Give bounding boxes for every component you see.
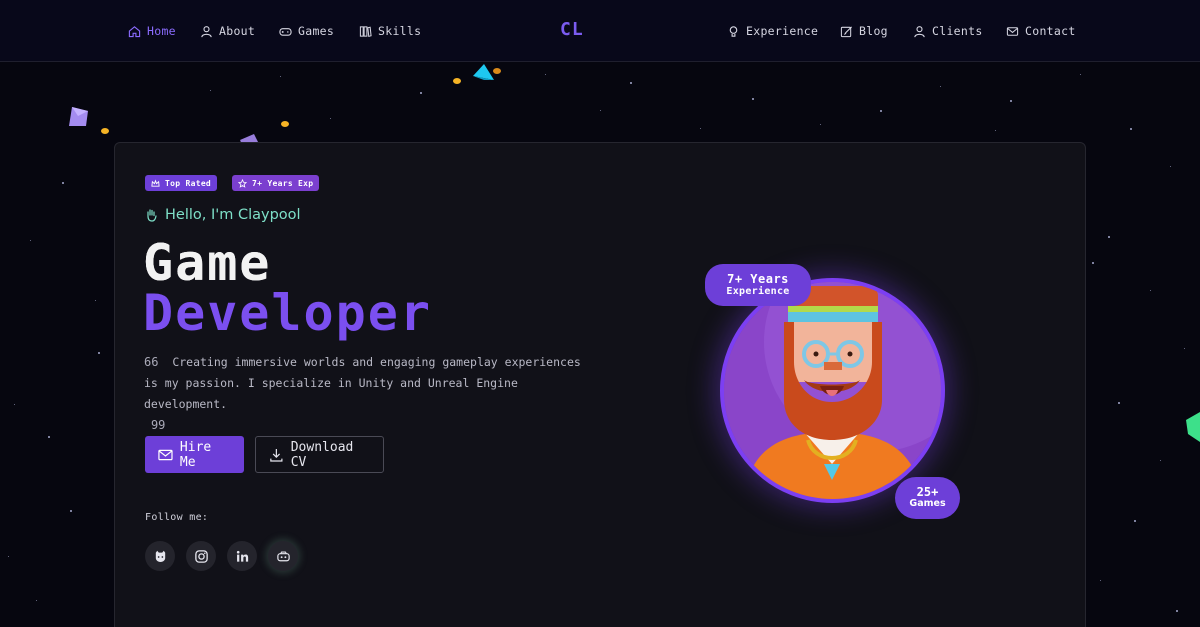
mail-icon (158, 449, 173, 460)
games-badge: 25+ Games (895, 477, 960, 519)
nav-item-experience[interactable]: Experience (727, 22, 818, 40)
nav-item-games[interactable]: Games (279, 22, 334, 40)
nav-item-blog[interactable]: Blog (840, 22, 888, 40)
purple-gem-icon (69, 107, 88, 126)
nav-label: Games (298, 24, 335, 38)
hero-title-line2: Developer (143, 284, 432, 342)
follow-label: Follow me: (145, 512, 209, 523)
quote-close-mark: 99 (150, 418, 166, 432)
nav-label: Experience (746, 24, 819, 38)
instagram-icon (194, 549, 208, 563)
nav-label: About (219, 24, 256, 38)
nav-label: Home (147, 24, 176, 38)
developer-avatar (720, 278, 945, 503)
experience-value: 7+ Years (727, 271, 789, 286)
nav-item-home[interactable]: Home (128, 22, 176, 40)
home-icon (128, 25, 141, 37)
instagram-link[interactable] (186, 541, 216, 571)
star-icon (238, 178, 247, 188)
hero-title-line1: Game (143, 234, 272, 292)
badge-years-exp: 7+ Years Exp (232, 175, 320, 191)
edit-icon (840, 25, 853, 37)
books-icon (359, 25, 372, 37)
coin-icon (101, 128, 109, 134)
nav-label: Contact (1025, 24, 1076, 38)
games-label: Games (909, 498, 946, 510)
nav-item-contact[interactable]: Contact (1006, 22, 1076, 40)
coin-icon (493, 68, 501, 74)
crown-icon (151, 179, 160, 187)
discord-link[interactable] (268, 541, 298, 571)
greeting: Hello, I'm Claypool (145, 207, 301, 223)
coin-icon (453, 78, 461, 84)
badge-label: Top Rated (165, 178, 212, 188)
nav-item-skills[interactable]: Skills (359, 22, 421, 40)
quote-open-mark: 66 (144, 355, 159, 369)
experience-label: Experience (726, 286, 790, 298)
github-icon (155, 550, 165, 562)
linkedin-link[interactable] (227, 541, 257, 571)
nav-item-about[interactable]: About (200, 22, 255, 40)
download-cv-label: Download CV (290, 439, 354, 470)
badge-top-rated: Top Rated (145, 175, 218, 191)
hero-quote: 66 Creating immersive worlds and engagin… (144, 352, 594, 436)
badge-label: 7+ Years Exp (252, 178, 314, 188)
experience-badge: 7+ Years Experience (705, 264, 811, 306)
hire-me-label: Hire Me (179, 439, 212, 470)
coin-icon (281, 121, 289, 127)
gamepad-icon (279, 27, 292, 36)
waving-hand-icon (147, 209, 157, 222)
download-cv-button[interactable]: Download CV (255, 436, 384, 473)
nav-label: Skills (378, 24, 422, 38)
top-navigation: Home About Games Skills CL Experience Bl… (0, 0, 1200, 62)
site-logo[interactable]: CL (560, 19, 584, 40)
user-icon (914, 25, 925, 37)
hire-me-button[interactable]: Hire Me (145, 436, 244, 473)
nav-label: Blog (859, 24, 888, 38)
user-icon (201, 25, 212, 37)
lightbulb-icon (729, 25, 738, 37)
greeting-text: Hello, I'm Claypool (165, 207, 301, 223)
nav-label: Clients (932, 24, 983, 38)
linkedin-icon (236, 550, 248, 562)
bearded-developer-illustration (724, 282, 941, 499)
mail-icon (1006, 26, 1019, 36)
quote-text: Creating immersive worlds and engaging g… (144, 355, 581, 411)
nav-item-clients[interactable]: Clients (913, 22, 983, 40)
github-link[interactable] (145, 541, 175, 571)
green-gem-icon (1186, 412, 1200, 442)
discord-icon (276, 550, 290, 561)
download-icon (270, 448, 283, 462)
